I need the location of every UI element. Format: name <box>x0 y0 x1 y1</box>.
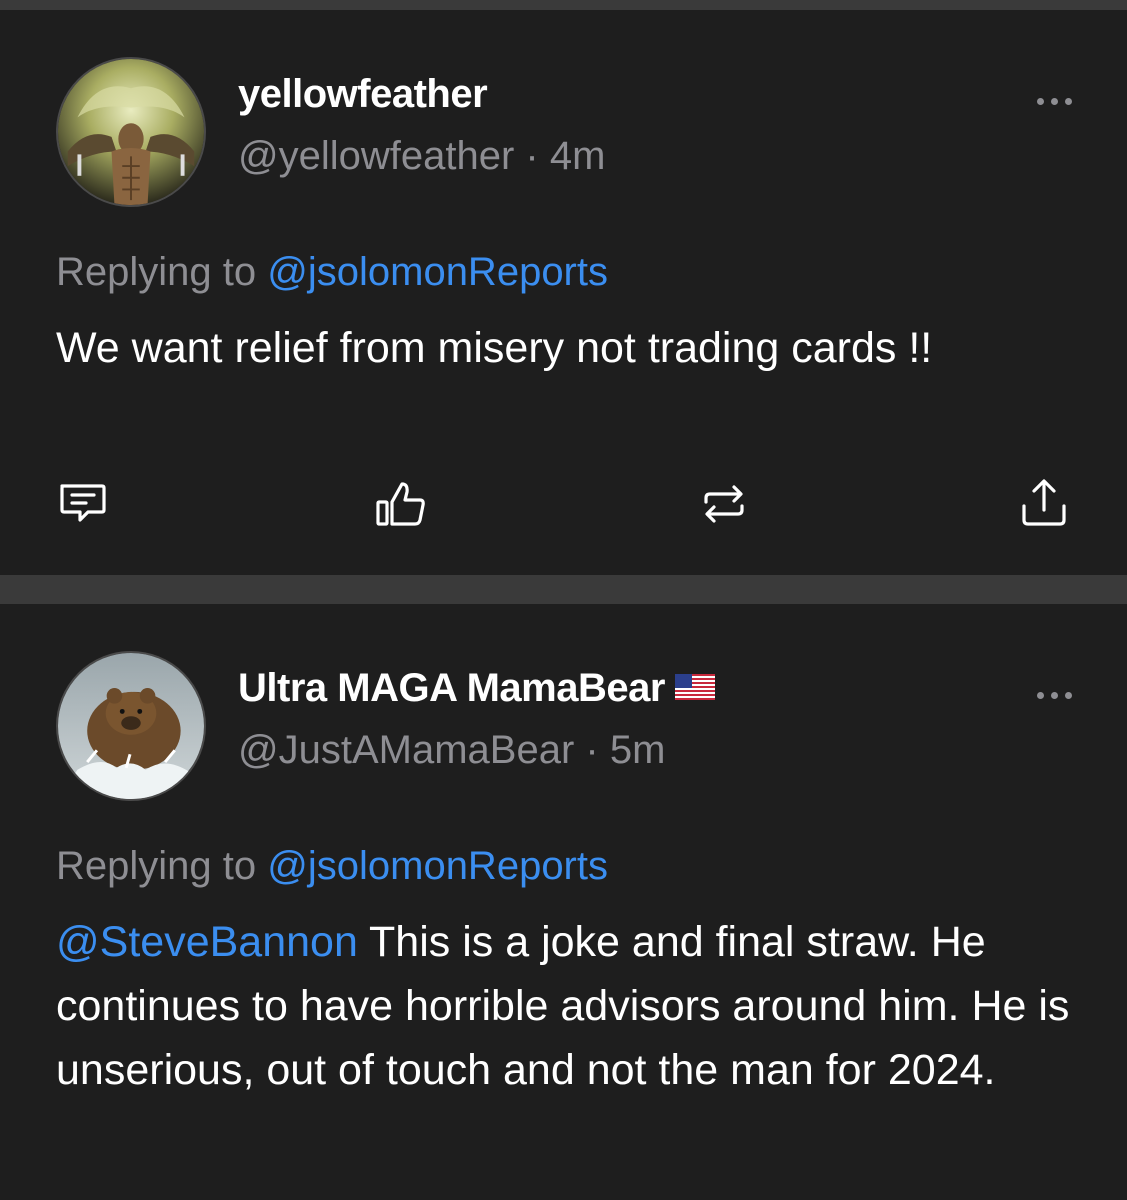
replying-prefix: Replying to <box>56 250 257 294</box>
replying-to-link[interactable]: @jsolomonReports <box>267 844 608 888</box>
post-text: We want relief from misery not trading c… <box>56 316 1086 380</box>
share-icon[interactable] <box>1016 476 1072 532</box>
more-options-icon[interactable] <box>1037 692 1072 699</box>
bear-avatar-icon <box>58 653 204 799</box>
like-icon[interactable] <box>372 476 428 532</box>
top-separator <box>0 0 1127 10</box>
reply-icon[interactable] <box>54 476 110 532</box>
timestamp: 5m <box>609 728 666 772</box>
post-text: @SteveBannon This is a joke and final st… <box>56 910 1086 1102</box>
replying-to: Replying to @jsolomonReports <box>56 250 608 295</box>
handle[interactable]: @yellowfeather <box>238 134 514 178</box>
post-card[interactable]: yellowfeather @yellowfeather · 4m Replyi… <box>0 10 1127 575</box>
display-name-text: Ultra MAGA MamaBear <box>238 666 665 710</box>
post-body: We want relief from misery not trading c… <box>56 324 933 372</box>
us-flag-icon <box>674 665 715 710</box>
time-separator: · <box>585 728 599 772</box>
replying-prefix: Replying to <box>56 844 257 888</box>
replying-to: Replying to @jsolomonReports <box>56 844 608 889</box>
post-card[interactable]: Ultra MAGA MamaBear @JustAMamaBear · 5m … <box>0 604 1127 1200</box>
display-name[interactable]: yellowfeather <box>238 72 488 117</box>
avatar[interactable] <box>56 57 206 207</box>
handle-time: @JustAMamaBear · 5m <box>238 728 665 773</box>
post-divider <box>0 575 1127 604</box>
repost-icon[interactable] <box>696 476 752 532</box>
mention-link[interactable]: @SteveBannon <box>56 918 358 966</box>
muscular-figure-avatar-icon <box>58 59 204 205</box>
avatar[interactable] <box>56 651 206 801</box>
time-separator: · <box>525 134 539 178</box>
replying-to-link[interactable]: @jsolomonReports <box>267 250 608 294</box>
handle[interactable]: @JustAMamaBear <box>238 728 574 772</box>
action-bar <box>0 476 1127 536</box>
display-name[interactable]: Ultra MAGA MamaBear <box>238 666 715 711</box>
timestamp: 4m <box>549 134 606 178</box>
handle-time: @yellowfeather · 4m <box>238 134 605 179</box>
more-options-icon[interactable] <box>1037 98 1072 105</box>
